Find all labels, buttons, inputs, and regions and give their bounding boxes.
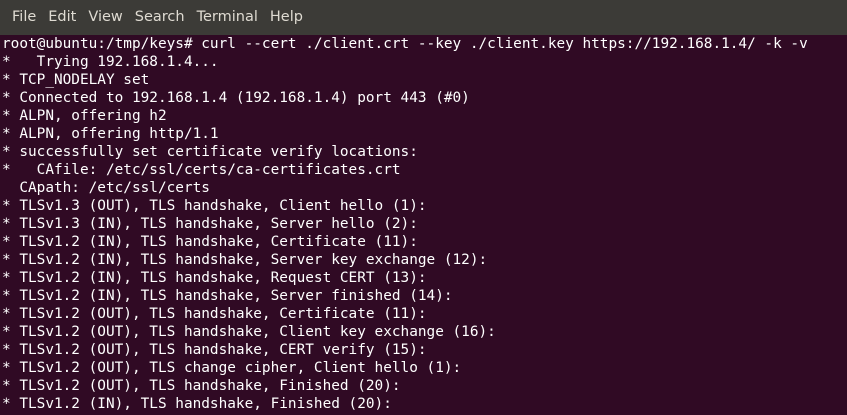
terminal-line: * TLSv1.3 (OUT), TLS handshake, Client h… [2,198,427,214]
terminal-output[interactable]: root@ubuntu:/tmp/keys# curl --cert ./cli… [0,35,847,415]
menu-help[interactable]: Help [264,0,309,35]
terminal-line: * TLSv1.2 (OUT), TLS handshake, Finished… [2,378,401,394]
menu-view[interactable]: View [82,0,128,35]
terminal-line: * CAfile: /etc/ssl/certs/ca-certificates… [2,162,401,178]
menu-search[interactable]: Search [129,0,191,35]
terminal-line: * TLSv1.3 (IN), TLS handshake, Server he… [2,216,418,232]
terminal-line: * Connected to 192.168.1.4 (192.168.1.4)… [2,90,470,106]
terminal-line: * TLSv1.2 (OUT), TLS change cipher, Clie… [2,360,462,376]
terminal-line: * ALPN, offering http/1.1 [2,126,219,142]
terminal-line-prompt: root@ubuntu:/tmp/keys# curl --cert ./cli… [2,36,808,52]
terminal-line: * TLSv1.2 (OUT), TLS handshake, Certific… [2,306,427,322]
menu-file[interactable]: File [6,0,42,35]
menu-terminal[interactable]: Terminal [191,0,264,35]
terminal-line: * TLSv1.2 (IN), TLS handshake, Certifica… [2,234,418,250]
terminal-line: CApath: /etc/ssl/certs [2,180,210,196]
terminal-line: * TLSv1.2 (IN), TLS handshake, Server ke… [2,252,488,268]
terminal-line: * TLSv1.2 (OUT), TLS handshake, Client k… [2,324,496,340]
terminal-line: * Trying 192.168.1.4... [2,54,219,70]
menu-edit[interactable]: Edit [42,0,82,35]
terminal-line: * TCP_NODELAY set [2,72,150,88]
terminal-line: * ALPN, offering h2 [2,108,167,124]
terminal-line: * successfully set certificate verify lo… [2,144,418,160]
terminal-line: * TLSv1.2 (OUT), TLS handshake, CERT ver… [2,342,427,358]
menu-bar: File Edit View Search Terminal Help [0,0,847,35]
terminal-line: * TLSv1.2 (IN), TLS handshake, Server fi… [2,288,453,304]
terminal-line: * TLSv1.2 (IN), TLS handshake, Request C… [2,270,427,286]
terminal-line: * TLSv1.2 (IN), TLS handshake, Finished … [2,396,392,412]
